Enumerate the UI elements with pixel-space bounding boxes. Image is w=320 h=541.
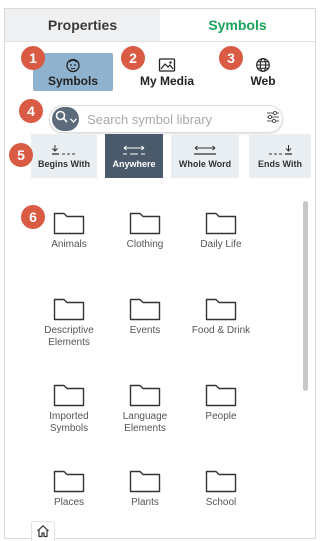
- ends-with-icon: [267, 144, 293, 156]
- home-icon: [36, 524, 50, 541]
- folder-icon: [53, 212, 85, 235]
- folder-icon: [53, 470, 85, 493]
- home-button[interactable]: [31, 521, 55, 541]
- mode-whole-word-label: Whole Word: [178, 158, 232, 169]
- folder-label: Daily Life: [200, 239, 242, 250]
- folder-icon: [129, 470, 161, 493]
- folder-icon: [205, 212, 237, 235]
- folder-events[interactable]: Events: [105, 295, 185, 337]
- folder-label: Descriptive Elements: [44, 325, 94, 348]
- folder-label: Imported Symbols: [49, 411, 89, 434]
- sliders-icon: [266, 110, 280, 128]
- callout-badge-4: 4: [19, 99, 43, 123]
- folder-daily-life[interactable]: Daily Life: [181, 209, 261, 251]
- folder-places[interactable]: Places: [29, 467, 109, 509]
- match-mode-bar: Begins With Anywhere Whole Word Ends Wit…: [5, 134, 315, 180]
- folder-icon: [129, 384, 161, 407]
- folder-language-elements[interactable]: Language Elements: [105, 381, 185, 435]
- search-options-button[interactable]: [52, 107, 80, 131]
- begins-with-icon: [51, 144, 77, 156]
- source-my-media-button[interactable]: My Media: [137, 53, 197, 91]
- folder-icon: [53, 298, 85, 321]
- folder-label: Places: [53, 497, 84, 508]
- mode-ends-with-label: Ends With: [258, 158, 302, 169]
- folder-icon: [129, 212, 161, 235]
- mode-anywhere-label: Anywhere: [112, 158, 156, 169]
- callout-badge-2: 2: [121, 46, 145, 70]
- source-symbols-button[interactable]: Symbols: [33, 53, 113, 91]
- source-symbols-label: Symbols: [47, 74, 98, 88]
- symbol-folder-grid: Animals Clothing Daily Life Descriptive …: [5, 199, 315, 517]
- tab-symbols[interactable]: Symbols: [160, 9, 315, 41]
- chevron-down-icon: [69, 110, 77, 128]
- folder-icon: [205, 384, 237, 407]
- folder-icon: [205, 298, 237, 321]
- mode-begins-with-label: Begins With: [38, 158, 90, 169]
- tab-properties[interactable]: Properties: [5, 9, 160, 41]
- callout-badge-1: 1: [21, 46, 45, 70]
- folder-icon: [129, 298, 161, 321]
- mode-begins-with-button[interactable]: Begins With: [31, 134, 97, 178]
- symbol-source-bar: Symbols My Media Web: [5, 49, 315, 95]
- callout-badge-5: 5: [9, 143, 33, 167]
- folder-school[interactable]: School: [181, 467, 261, 509]
- symbol-search-input[interactable]: [87, 107, 264, 131]
- symbol-face-icon: [65, 56, 81, 74]
- globe-icon: [255, 56, 271, 74]
- mode-ends-with-button[interactable]: Ends With: [249, 134, 311, 178]
- folder-label: People: [205, 411, 237, 422]
- folder-icon: [53, 384, 85, 407]
- source-web-button[interactable]: Web: [241, 53, 285, 91]
- symbols-panel: Properties Symbols Symbols My Media Web: [4, 8, 316, 541]
- search-icon: [55, 110, 68, 128]
- folder-people[interactable]: People: [181, 381, 261, 423]
- source-my-media-label: My Media: [139, 74, 194, 88]
- folder-label: School: [205, 497, 237, 508]
- folder-label: Food & Drink: [191, 325, 251, 336]
- symbol-search-bar: [49, 105, 283, 133]
- callout-badge-6: 6: [21, 205, 45, 229]
- folder-scrollbar[interactable]: [303, 201, 308, 391]
- image-icon: [158, 56, 176, 74]
- panel-tabs: Properties Symbols: [5, 9, 315, 42]
- folder-label: Events: [129, 325, 161, 336]
- callout-badge-3: 3: [219, 46, 243, 70]
- folder-label: Clothing: [126, 239, 164, 250]
- anywhere-icon: [121, 144, 147, 156]
- folder-imported-symbols[interactable]: Imported Symbols: [29, 381, 109, 435]
- folder-clothing[interactable]: Clothing: [105, 209, 185, 251]
- folder-icon: [205, 470, 237, 493]
- folder-label: Animals: [51, 239, 87, 250]
- folder-label: Plants: [131, 497, 159, 508]
- folder-food-drink[interactable]: Food & Drink: [181, 295, 261, 337]
- source-web-label: Web: [250, 74, 276, 88]
- folder-plants[interactable]: Plants: [105, 467, 185, 509]
- folder-descriptive-elements[interactable]: Descriptive Elements: [29, 295, 109, 349]
- mode-anywhere-button[interactable]: Anywhere: [105, 134, 163, 178]
- search-filter-button[interactable]: [263, 107, 282, 131]
- folder-label: Language Elements: [122, 411, 168, 434]
- whole-word-icon: [192, 144, 218, 156]
- mode-whole-word-button[interactable]: Whole Word: [171, 134, 239, 178]
